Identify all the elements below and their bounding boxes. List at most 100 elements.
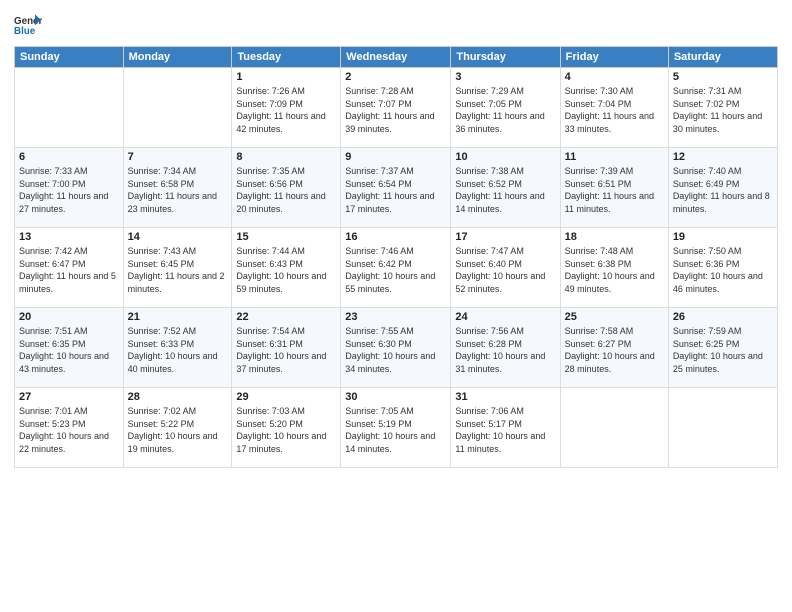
day-number: 24 [455,311,555,323]
day-info: Sunrise: 7:51 AMSunset: 6:35 PMDaylight:… [19,325,119,375]
calendar-cell: 21 Sunrise: 7:52 AMSunset: 6:33 PMDaylig… [123,308,232,388]
day-header-saturday: Saturday [668,47,777,68]
calendar-cell: 17 Sunrise: 7:47 AMSunset: 6:40 PMDaylig… [451,228,560,308]
day-info: Sunrise: 7:29 AMSunset: 7:05 PMDaylight:… [455,85,555,135]
calendar-cell: 8 Sunrise: 7:35 AMSunset: 6:56 PMDayligh… [232,148,341,228]
calendar-cell: 4 Sunrise: 7:30 AMSunset: 7:04 PMDayligh… [560,68,668,148]
calendar-cell: 18 Sunrise: 7:48 AMSunset: 6:38 PMDaylig… [560,228,668,308]
calendar-cell: 27 Sunrise: 7:01 AMSunset: 5:23 PMDaylig… [15,388,124,468]
day-number: 5 [673,71,773,83]
day-header-tuesday: Tuesday [232,47,341,68]
calendar-cell: 7 Sunrise: 7:34 AMSunset: 6:58 PMDayligh… [123,148,232,228]
day-header-thursday: Thursday [451,47,560,68]
calendar-cell: 30 Sunrise: 7:05 AMSunset: 5:19 PMDaylig… [341,388,451,468]
calendar-cell [560,388,668,468]
day-info: Sunrise: 7:30 AMSunset: 7:04 PMDaylight:… [565,85,664,135]
day-number: 17 [455,231,555,243]
calendar-cell: 10 Sunrise: 7:38 AMSunset: 6:52 PMDaylig… [451,148,560,228]
day-info: Sunrise: 7:31 AMSunset: 7:02 PMDaylight:… [673,85,773,135]
day-info: Sunrise: 7:44 AMSunset: 6:43 PMDaylight:… [236,245,336,295]
calendar-cell: 20 Sunrise: 7:51 AMSunset: 6:35 PMDaylig… [15,308,124,388]
day-number: 11 [565,151,664,163]
day-info: Sunrise: 7:58 AMSunset: 6:27 PMDaylight:… [565,325,664,375]
calendar-cell: 15 Sunrise: 7:44 AMSunset: 6:43 PMDaylig… [232,228,341,308]
calendar-cell: 28 Sunrise: 7:02 AMSunset: 5:22 PMDaylig… [123,388,232,468]
day-info: Sunrise: 7:43 AMSunset: 6:45 PMDaylight:… [128,245,228,295]
day-number: 12 [673,151,773,163]
day-info: Sunrise: 7:34 AMSunset: 6:58 PMDaylight:… [128,165,228,215]
day-number: 27 [19,391,119,403]
calendar-header-row: SundayMondayTuesdayWednesdayThursdayFrid… [15,47,778,68]
calendar-cell [15,68,124,148]
day-number: 26 [673,311,773,323]
week-row-3: 13 Sunrise: 7:42 AMSunset: 6:47 PMDaylig… [15,228,778,308]
day-header-sunday: Sunday [15,47,124,68]
calendar-cell: 2 Sunrise: 7:28 AMSunset: 7:07 PMDayligh… [341,68,451,148]
day-info: Sunrise: 7:05 AMSunset: 5:19 PMDaylight:… [345,405,446,455]
week-row-1: 1 Sunrise: 7:26 AMSunset: 7:09 PMDayligh… [15,68,778,148]
day-info: Sunrise: 7:52 AMSunset: 6:33 PMDaylight:… [128,325,228,375]
day-info: Sunrise: 7:02 AMSunset: 5:22 PMDaylight:… [128,405,228,455]
day-number: 21 [128,311,228,323]
day-number: 13 [19,231,119,243]
calendar-cell: 1 Sunrise: 7:26 AMSunset: 7:09 PMDayligh… [232,68,341,148]
day-number: 8 [236,151,336,163]
calendar-cell [668,388,777,468]
day-info: Sunrise: 7:47 AMSunset: 6:40 PMDaylight:… [455,245,555,295]
day-info: Sunrise: 7:28 AMSunset: 7:07 PMDaylight:… [345,85,446,135]
day-info: Sunrise: 7:46 AMSunset: 6:42 PMDaylight:… [345,245,446,295]
calendar-cell: 16 Sunrise: 7:46 AMSunset: 6:42 PMDaylig… [341,228,451,308]
day-info: Sunrise: 7:59 AMSunset: 6:25 PMDaylight:… [673,325,773,375]
calendar: SundayMondayTuesdayWednesdayThursdayFrid… [14,46,778,468]
calendar-cell: 26 Sunrise: 7:59 AMSunset: 6:25 PMDaylig… [668,308,777,388]
day-info: Sunrise: 7:50 AMSunset: 6:36 PMDaylight:… [673,245,773,295]
calendar-cell [123,68,232,148]
week-row-2: 6 Sunrise: 7:33 AMSunset: 7:00 PMDayligh… [15,148,778,228]
day-info: Sunrise: 7:26 AMSunset: 7:09 PMDaylight:… [236,85,336,135]
day-info: Sunrise: 7:33 AMSunset: 7:00 PMDaylight:… [19,165,119,215]
calendar-cell: 13 Sunrise: 7:42 AMSunset: 6:47 PMDaylig… [15,228,124,308]
calendar-cell: 25 Sunrise: 7:58 AMSunset: 6:27 PMDaylig… [560,308,668,388]
day-info: Sunrise: 7:55 AMSunset: 6:30 PMDaylight:… [345,325,446,375]
calendar-cell: 3 Sunrise: 7:29 AMSunset: 7:05 PMDayligh… [451,68,560,148]
day-info: Sunrise: 7:01 AMSunset: 5:23 PMDaylight:… [19,405,119,455]
day-number: 9 [345,151,446,163]
calendar-cell: 5 Sunrise: 7:31 AMSunset: 7:02 PMDayligh… [668,68,777,148]
day-number: 31 [455,391,555,403]
day-info: Sunrise: 7:35 AMSunset: 6:56 PMDaylight:… [236,165,336,215]
day-header-monday: Monday [123,47,232,68]
week-row-4: 20 Sunrise: 7:51 AMSunset: 6:35 PMDaylig… [15,308,778,388]
day-number: 14 [128,231,228,243]
day-info: Sunrise: 7:54 AMSunset: 6:31 PMDaylight:… [236,325,336,375]
day-number: 19 [673,231,773,243]
day-number: 3 [455,71,555,83]
day-info: Sunrise: 7:56 AMSunset: 6:28 PMDaylight:… [455,325,555,375]
day-number: 22 [236,311,336,323]
calendar-cell: 6 Sunrise: 7:33 AMSunset: 7:00 PMDayligh… [15,148,124,228]
header: General Blue [14,10,778,38]
day-number: 7 [128,151,228,163]
day-number: 25 [565,311,664,323]
calendar-cell: 14 Sunrise: 7:43 AMSunset: 6:45 PMDaylig… [123,228,232,308]
day-number: 2 [345,71,446,83]
day-info: Sunrise: 7:40 AMSunset: 6:49 PMDaylight:… [673,165,773,215]
day-info: Sunrise: 7:37 AMSunset: 6:54 PMDaylight:… [345,165,446,215]
day-header-friday: Friday [560,47,668,68]
day-info: Sunrise: 7:48 AMSunset: 6:38 PMDaylight:… [565,245,664,295]
day-number: 15 [236,231,336,243]
day-number: 10 [455,151,555,163]
day-number: 1 [236,71,336,83]
calendar-cell: 11 Sunrise: 7:39 AMSunset: 6:51 PMDaylig… [560,148,668,228]
logo-icon: General Blue [14,10,42,38]
day-number: 23 [345,311,446,323]
calendar-cell: 19 Sunrise: 7:50 AMSunset: 6:36 PMDaylig… [668,228,777,308]
day-info: Sunrise: 7:06 AMSunset: 5:17 PMDaylight:… [455,405,555,455]
day-info: Sunrise: 7:03 AMSunset: 5:20 PMDaylight:… [236,405,336,455]
day-number: 28 [128,391,228,403]
calendar-cell: 24 Sunrise: 7:56 AMSunset: 6:28 PMDaylig… [451,308,560,388]
logo: General Blue [14,10,46,38]
calendar-cell: 22 Sunrise: 7:54 AMSunset: 6:31 PMDaylig… [232,308,341,388]
calendar-cell: 29 Sunrise: 7:03 AMSunset: 5:20 PMDaylig… [232,388,341,468]
calendar-cell: 12 Sunrise: 7:40 AMSunset: 6:49 PMDaylig… [668,148,777,228]
day-number: 6 [19,151,119,163]
